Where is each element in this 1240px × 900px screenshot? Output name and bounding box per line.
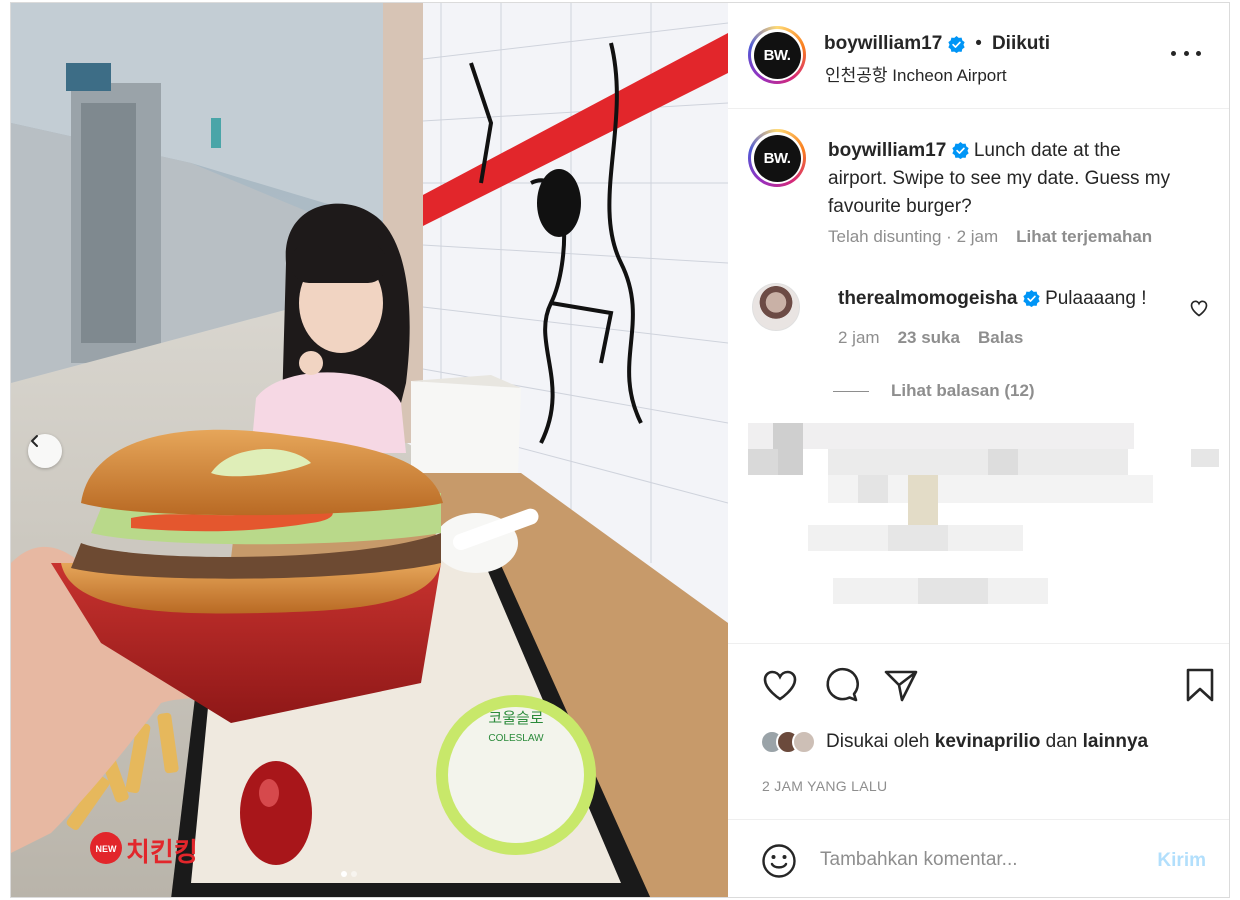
liked-by-text: Disukai oleh kevinaprilio dan lainnya	[826, 731, 1148, 753]
comment-icon[interactable]	[822, 666, 860, 704]
coleslaw-label: COLESLAW	[488, 733, 544, 744]
instagram-post-modal: 코울슬로 COLESLAW NEW 치킨킹 BW. boywilliam17 •…	[10, 2, 1230, 898]
add-comment-bar: Kirim	[728, 819, 1229, 897]
liked-by-others[interactable]: lainnya	[1083, 731, 1148, 752]
replies-divider	[833, 390, 869, 392]
comment-text: Pulaaaang !	[1045, 288, 1147, 309]
caption-avatar[interactable]: BW.	[748, 129, 806, 187]
coleslaw-korean: 코울슬로	[488, 709, 543, 727]
more-icon	[1183, 50, 1189, 56]
verified-icon	[1023, 290, 1040, 308]
follow-status[interactable]: Diikuti	[992, 33, 1050, 55]
liker-avatar[interactable]	[792, 730, 816, 754]
view-replies-button[interactable]: Lihat balasan (12)	[833, 381, 1035, 401]
liked-by-prefix: Disukai oleh	[826, 731, 930, 752]
post-actions: Disukai oleh kevinaprilio dan lainnya 2 …	[728, 643, 1229, 819]
new-badge: NEW	[96, 844, 118, 854]
view-replies-label: Lihat balasan (12)	[891, 381, 1035, 400]
photo-pagination	[341, 871, 357, 877]
photo-illustration: 코울슬로 COLESLAW NEW 치킨킹	[11, 3, 728, 897]
comment-likes[interactable]: 23 suka	[898, 328, 960, 348]
comment-input[interactable]	[820, 842, 1140, 878]
liked-by-row: Disukai oleh kevinaprilio dan lainnya	[760, 730, 1148, 754]
post-photo[interactable]: 코울슬로 COLESLAW NEW 치킨킹	[11, 3, 728, 897]
caption-meta: Telah disunting · 2 jam Lihat terjemahan	[828, 227, 1152, 247]
wrapper-text: 치킨킹	[126, 838, 198, 868]
caption-edited-time: Telah disunting · 2 jam	[828, 227, 998, 247]
send-comment-button[interactable]: Kirim	[1157, 850, 1206, 872]
comment-time[interactable]: 2 jam	[838, 328, 880, 348]
chevron-left-icon	[31, 435, 38, 447]
like-heart-icon[interactable]	[761, 666, 799, 704]
comment-text-block: therealmomogeisha Pulaaaang !	[838, 288, 1146, 310]
avatar-logo: BW.	[753, 31, 801, 79]
post-details-panel: BW. boywilliam17 • Diikuti 인천공항 Incheon …	[728, 3, 1229, 897]
avatar-logo: BW.	[753, 134, 801, 182]
share-icon[interactable]	[882, 666, 920, 704]
liked-by-conjunction: dan	[1045, 731, 1078, 752]
verified-icon	[951, 142, 969, 160]
post-time-ago[interactable]: 2 JAM YANG LALU	[762, 778, 887, 794]
commenter-username[interactable]: therealmomogeisha	[838, 288, 1018, 309]
pagination-dot	[351, 871, 357, 877]
caption-username[interactable]: boywilliam17	[828, 140, 946, 161]
comment-item: therealmomogeisha Pulaaaang ! 2 jam 23 s…	[728, 273, 1229, 373]
caption-edited: Telah disunting	[828, 227, 942, 246]
see-translation-link[interactable]: Lihat terjemahan	[1016, 227, 1152, 247]
emoji-icon[interactable]	[761, 843, 797, 879]
liked-by-user[interactable]: kevinaprilio	[935, 731, 1041, 752]
commenter-avatar[interactable]	[752, 283, 800, 331]
more-options-button[interactable]	[1171, 41, 1201, 65]
comment-meta: 2 jam 23 suka Balas	[838, 328, 1023, 348]
caption-separator: ·	[946, 227, 952, 246]
more-icon	[1196, 50, 1201, 56]
verified-icon	[948, 35, 965, 53]
post-location[interactable]: 인천공항 Incheon Airport	[825, 61, 1007, 86]
reply-button[interactable]: Balas	[978, 328, 1023, 348]
author-avatar[interactable]: BW.	[748, 26, 806, 84]
more-icon	[1171, 50, 1176, 56]
header-separator: •	[975, 33, 982, 54]
post-header: BW. boywilliam17 • Diikuti 인천공항 Incheon …	[728, 3, 1229, 109]
caption-time: 2 jam	[956, 227, 999, 246]
bookmark-icon[interactable]	[1181, 666, 1219, 704]
previous-photo-button[interactable]	[28, 434, 62, 468]
heart-icon[interactable]	[1189, 298, 1209, 318]
caption-text-block: boywilliam17 Lunch date at the airport. …	[828, 137, 1178, 221]
pagination-dot	[341, 871, 347, 877]
author-username[interactable]: boywilliam17	[824, 33, 942, 55]
